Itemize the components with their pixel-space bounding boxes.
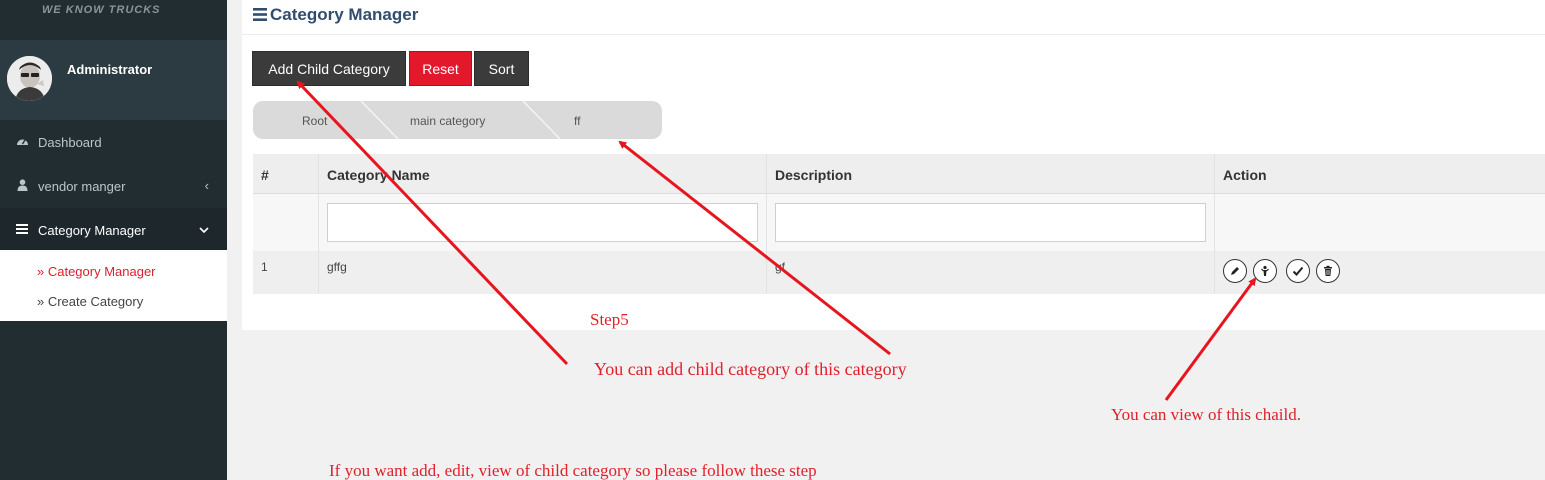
brand: WE KNOW TRUCKS [0, 0, 227, 40]
annotation-instructions: If you want add, edit, view of child cat… [329, 461, 817, 480]
row-description: gf [775, 260, 786, 274]
add-child-category-button[interactable]: Add Child Category [252, 51, 406, 86]
sidebar-item-vendor-manger[interactable]: vendor manger ‹ [0, 164, 227, 208]
annotation-view-child: You can view of this chaild. [1111, 405, 1301, 424]
column-header-category-name[interactable]: Category Name [327, 167, 430, 183]
bars-icon [253, 8, 267, 21]
box-header: Category Manager [242, 0, 1545, 35]
sort-button[interactable]: Sort [474, 51, 529, 86]
table-row: 1 gffg gf [253, 251, 1545, 294]
column-divider [1214, 154, 1215, 294]
row-category-name: gffg [327, 260, 347, 274]
category-name-filter-input[interactable] [327, 203, 758, 242]
user-panel: Administrator [0, 40, 227, 120]
sidebar-item-dashboard[interactable]: Dashboard [0, 120, 227, 164]
annotation-add-child: You can add child category of this categ… [594, 359, 907, 379]
chevron-left-icon: ‹ [204, 178, 209, 193]
annotation-step: Step5 [590, 310, 629, 329]
sidebar-item-label: Category Manager [38, 222, 146, 238]
table-header-row: # Category Name Description Action [253, 154, 1545, 194]
edit-icon[interactable] [1223, 259, 1247, 283]
page-title-text: Category Manager [270, 5, 419, 24]
column-header-number: # [261, 167, 269, 183]
chevron-down-icon [199, 222, 209, 237]
user-icon [15, 178, 29, 194]
avatar-image [7, 56, 52, 101]
avatar [7, 56, 52, 101]
column-header-action: Action [1223, 167, 1267, 183]
column-header-description[interactable]: Description [775, 167, 852, 183]
submenu-item-create-category[interactable]: » Create Category [37, 294, 143, 309]
category-table: # Category Name Description Action 1 gff… [253, 154, 1545, 294]
brand-tagline: WE KNOW TRUCKS [42, 4, 161, 16]
bars-icon [15, 223, 29, 237]
breadcrumb-item-root[interactable]: Root [302, 114, 327, 128]
breadcrumb-item-ff[interactable]: ff [574, 114, 580, 128]
sidebar-item-label: Dashboard [38, 134, 102, 150]
reset-button[interactable]: Reset [409, 51, 472, 86]
user-name: Administrator [67, 62, 153, 77]
submenu: » Category Manager » Create Category [0, 250, 227, 321]
page-title: Category Manager [253, 5, 418, 25]
sidebar-item-category-manager[interactable]: Category Manager [0, 208, 227, 252]
row-number: 1 [261, 260, 268, 274]
breadcrumb-item-main-category[interactable]: main category [410, 114, 485, 128]
approve-icon[interactable] [1286, 259, 1310, 283]
view-child-icon[interactable] [1253, 259, 1277, 283]
column-divider [318, 154, 319, 294]
dashboard-icon [15, 135, 29, 149]
breadcrumb: Root main category ff [253, 101, 662, 139]
submenu-item-category-manager[interactable]: » Category Manager [37, 264, 156, 279]
sidebar-item-label: vendor manger [38, 178, 126, 194]
description-filter-input[interactable] [775, 203, 1206, 242]
filter-row [253, 194, 1545, 251]
column-divider [766, 154, 767, 294]
sidebar: WE KNOW TRUCKS Administrator Dashboard v… [0, 0, 227, 480]
delete-icon[interactable] [1316, 259, 1340, 283]
